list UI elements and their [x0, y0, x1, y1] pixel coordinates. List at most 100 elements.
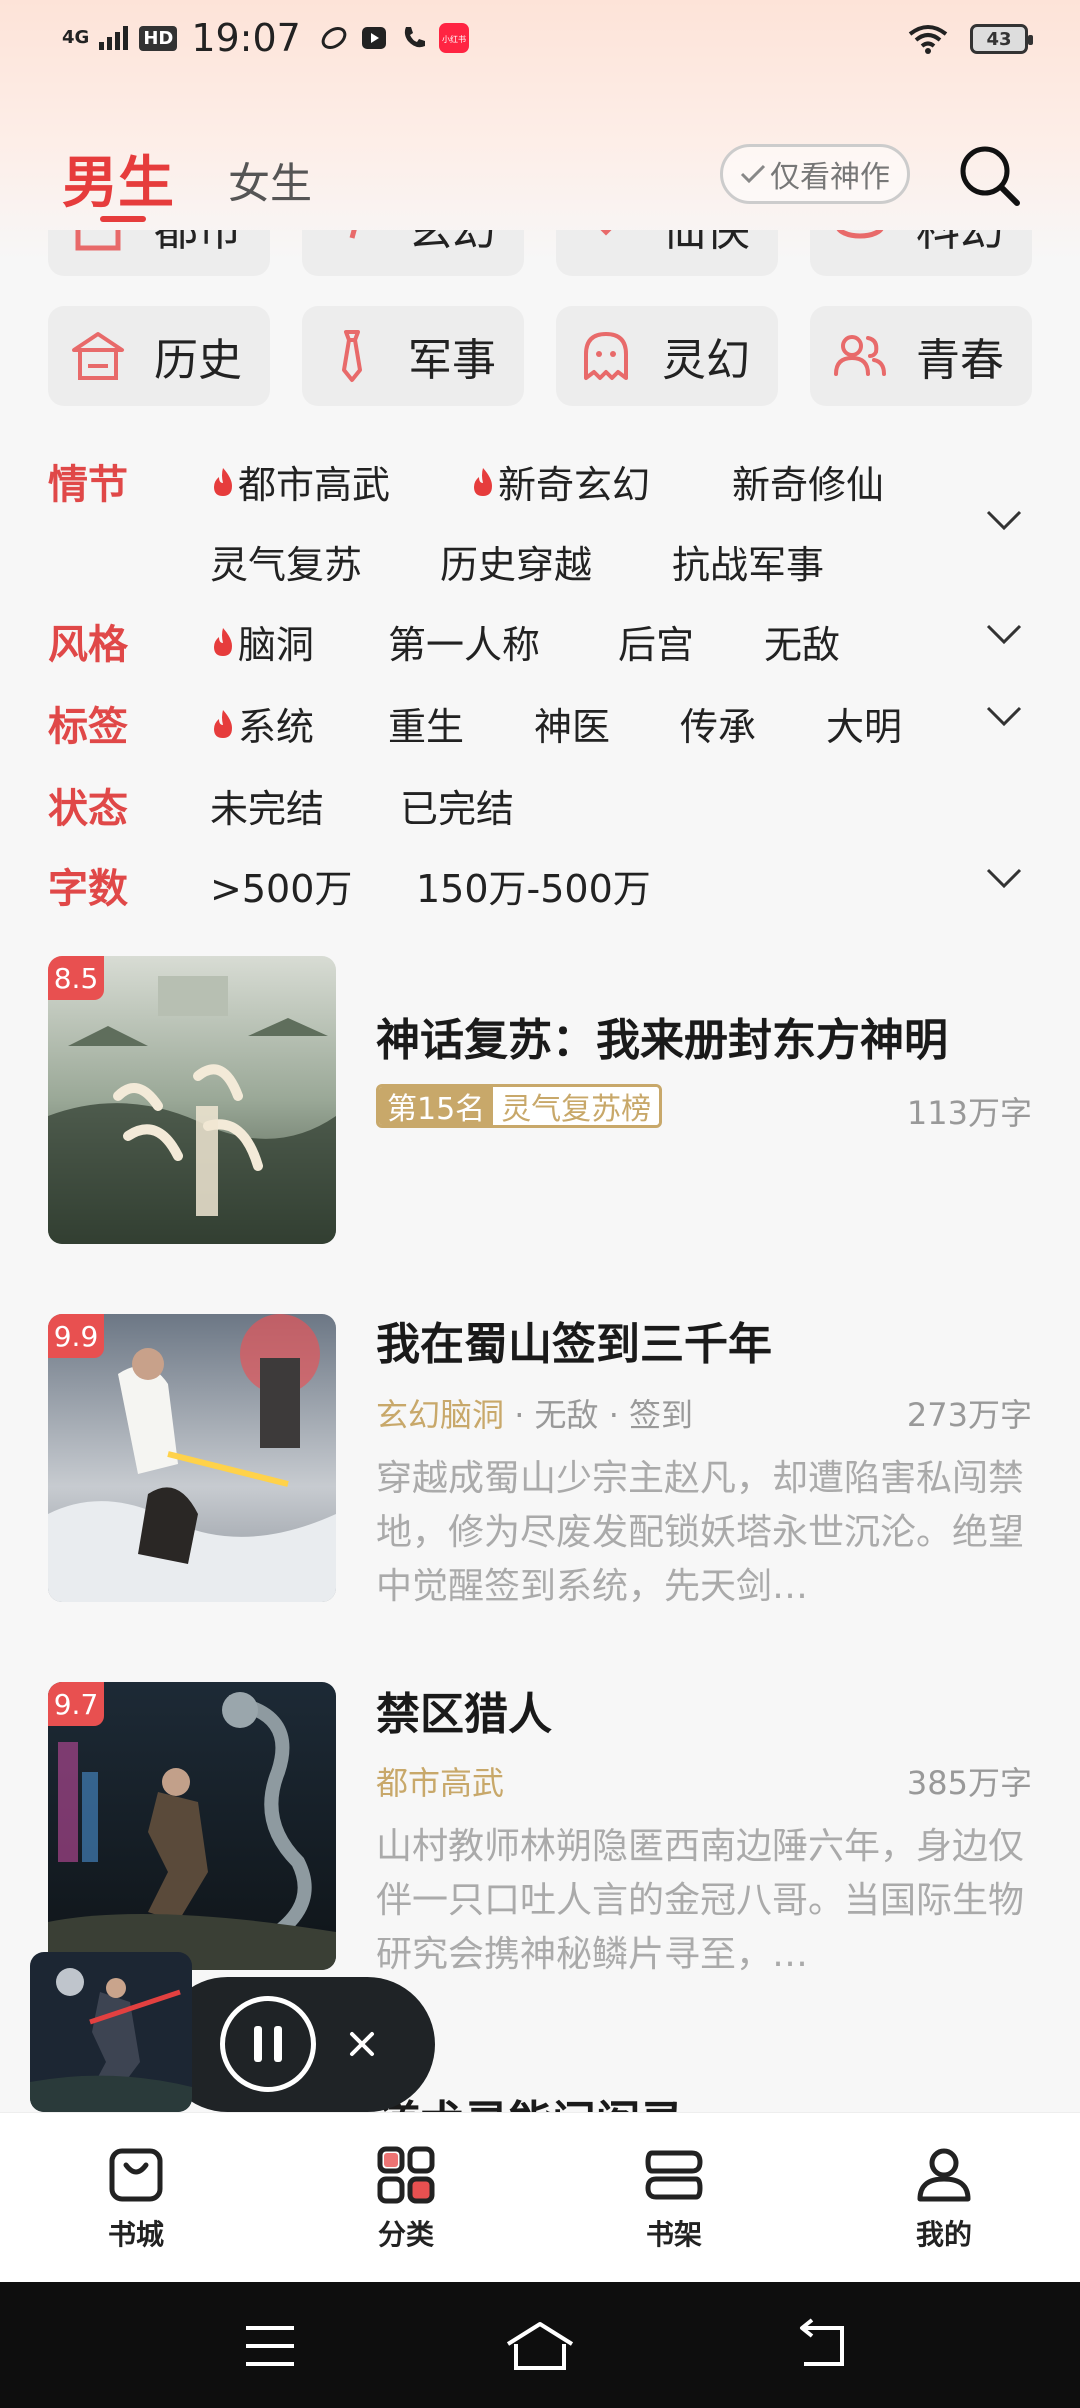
- rank-number: 第15名: [379, 1087, 494, 1125]
- fire-icon: [214, 627, 232, 656]
- check-icon: [740, 164, 766, 184]
- category-history[interactable]: 历史: [48, 306, 270, 406]
- filter-item[interactable]: 新奇修仙: [732, 454, 884, 509]
- category-partial-4[interactable]: 科幻: [810, 230, 1032, 276]
- filter-label-plot: 情节: [48, 462, 128, 508]
- city-icon: [75, 230, 121, 251]
- search-icon: [960, 146, 1020, 206]
- people-icon: [834, 335, 886, 376]
- chevron-down-icon[interactable]: [984, 866, 1024, 890]
- filter-item[interactable]: 传承: [680, 696, 756, 751]
- filter-item[interactable]: 系统: [210, 696, 314, 751]
- book-cover[interactable]: 8.5: [48, 956, 336, 1244]
- book-title[interactable]: 我在蜀山签到三千年: [376, 1308, 772, 1372]
- filter-item[interactable]: 已完结: [400, 778, 514, 833]
- filter-item[interactable]: 后宫: [618, 614, 694, 669]
- filter-item[interactable]: 神医: [534, 696, 610, 751]
- book-tags: 都市高武: [376, 1764, 505, 1802]
- category-partial-3[interactable]: 仙侠: [556, 230, 778, 276]
- book-description: 穿越成蜀山少宗主赵凡，却遭陷害私闯禁地，修为尽废发配锁妖塔永世沉沦。绝望中觉醒签…: [376, 1458, 1025, 1607]
- filter-item[interactable]: 无敌: [764, 614, 840, 669]
- mini-player[interactable]: [30, 1952, 435, 2112]
- nav-category[interactable]: 分类: [336, 2145, 476, 2253]
- filter-item[interactable]: 都市高武: [210, 454, 390, 509]
- score-badge: 9.7: [48, 1682, 104, 1726]
- filter-item[interactable]: 150万-500万: [416, 858, 651, 913]
- chevron-down-icon[interactable]: [984, 508, 1024, 532]
- status-bar: 4G HD 19:07 小红书 43: [0, 0, 1080, 80]
- tie-icon: [342, 330, 362, 382]
- only-masterpiece-toggle[interactable]: 仅看神作: [720, 144, 910, 204]
- nav-bookshelf[interactable]: 书架: [604, 2145, 744, 2253]
- filter-label-words: 字数: [48, 866, 128, 912]
- header: 男生 女生 仅看神作: [0, 130, 1080, 230]
- book-item[interactable]: 9.7 禁区猎人 都市高武 385万字 山村教师林朔隐匿西南边陲六年，身边仅伴一…: [48, 1682, 1032, 1982]
- shelf-icon: [645, 2150, 703, 2200]
- book-item[interactable]: 9.9 我在蜀山签到三千年 玄幻脑洞 · 无敌 · 签到 273万字 穿越成蜀山…: [48, 1314, 1032, 1614]
- chevron-down-icon[interactable]: [984, 704, 1024, 728]
- filter-label-style: 风格: [48, 622, 128, 668]
- user-icon: [917, 2148, 971, 2202]
- battery-indicator: 43: [970, 24, 1033, 54]
- book-cover[interactable]: 9.9: [48, 1314, 336, 1602]
- nav-bookstore[interactable]: 书城: [66, 2145, 206, 2253]
- fire-icon: [214, 467, 232, 496]
- category-supernatural[interactable]: 灵幻: [556, 306, 778, 406]
- bag-icon: [109, 2148, 163, 2202]
- book-title[interactable]: 禁区猎人: [376, 1678, 552, 1742]
- chevron-down-icon[interactable]: [984, 622, 1024, 646]
- back-icon[interactable]: [792, 2318, 852, 2374]
- filter-item[interactable]: 新奇玄幻: [470, 454, 650, 509]
- nav-profile[interactable]: 我的: [874, 2145, 1014, 2253]
- filter-item[interactable]: 未完结: [210, 778, 324, 833]
- active-tab-indicator: [100, 216, 146, 222]
- menu-icon[interactable]: [240, 2318, 300, 2374]
- word-count: 273万字: [906, 1396, 1032, 1434]
- filter-item[interactable]: 脑洞: [210, 614, 314, 669]
- phone-icon: [399, 23, 429, 53]
- rank-list-name: 灵气复苏榜: [493, 1087, 660, 1125]
- category-military[interactable]: 军事: [302, 306, 524, 406]
- tab-male[interactable]: 男生: [62, 138, 174, 219]
- filter-item[interactable]: 抗战军事: [672, 534, 824, 589]
- mini-player-cover[interactable]: [30, 1952, 192, 2112]
- signal-icon: [99, 26, 129, 50]
- xiaohongshu-label: 小红书: [442, 34, 466, 44]
- search-button[interactable]: [954, 140, 1024, 210]
- filter-item[interactable]: >500万: [210, 858, 352, 913]
- clock: 19:07: [191, 16, 301, 60]
- xianxia-icon: [600, 230, 612, 236]
- pause-button[interactable]: [220, 1996, 316, 2092]
- xiaohongshu-icon: 小红书: [438, 23, 469, 53]
- category-partial-2[interactable]: 玄幻: [302, 230, 524, 276]
- temple-icon: [72, 332, 124, 380]
- home-icon[interactable]: [504, 2318, 576, 2374]
- close-icon[interactable]: [342, 2024, 382, 2064]
- category-partial-1[interactable]: 都市: [48, 230, 270, 276]
- fire-icon: [214, 709, 232, 738]
- category-row: 历史 军事 灵幻 青春: [0, 306, 1080, 410]
- filter-label-status: 状态: [48, 786, 128, 832]
- book-tags: 玄幻脑洞 · 无敌 · 签到: [376, 1396, 694, 1434]
- book-title[interactable]: 神话复苏：我来册封东方神明: [376, 1004, 948, 1068]
- tab-female[interactable]: 女生: [228, 150, 312, 211]
- word-count: 113万字: [906, 1094, 1032, 1132]
- category-youth[interactable]: 青春: [810, 306, 1032, 406]
- filter-label-tags: 标签: [48, 704, 128, 750]
- word-count: 385万字: [906, 1764, 1032, 1802]
- filter-item[interactable]: 灵气复苏: [210, 534, 362, 589]
- score-badge: 9.9: [48, 1314, 104, 1358]
- fantasy-icon: [349, 230, 357, 239]
- leaf-app-icon: [319, 23, 349, 53]
- category-row-scrolled: 都市 玄幻 仙侠 科幻: [0, 230, 1080, 276]
- book-item[interactable]: 8.5 神话复苏：我来册封东方神明 第15名 灵气复苏榜 113万字: [48, 956, 1032, 1246]
- filter-item[interactable]: 大明: [826, 696, 902, 751]
- filter-item[interactable]: 第一人称: [388, 614, 540, 669]
- filter-item[interactable]: 重生: [388, 696, 464, 751]
- filter-item[interactable]: 历史穿越: [440, 534, 592, 589]
- book-cover[interactable]: 9.7: [48, 1682, 336, 1970]
- rank-badge[interactable]: 第15名 灵气复苏榜: [376, 1084, 663, 1128]
- bottom-nav: 书城 分类 书架 我的: [0, 2112, 1080, 2282]
- hd-indicator: HD: [139, 25, 178, 51]
- book-description: 山村教师林朔隐匿西南边陲六年，身边仅伴一只口吐人言的金冠八哥。当国际生物研究会携…: [376, 1826, 1025, 1975]
